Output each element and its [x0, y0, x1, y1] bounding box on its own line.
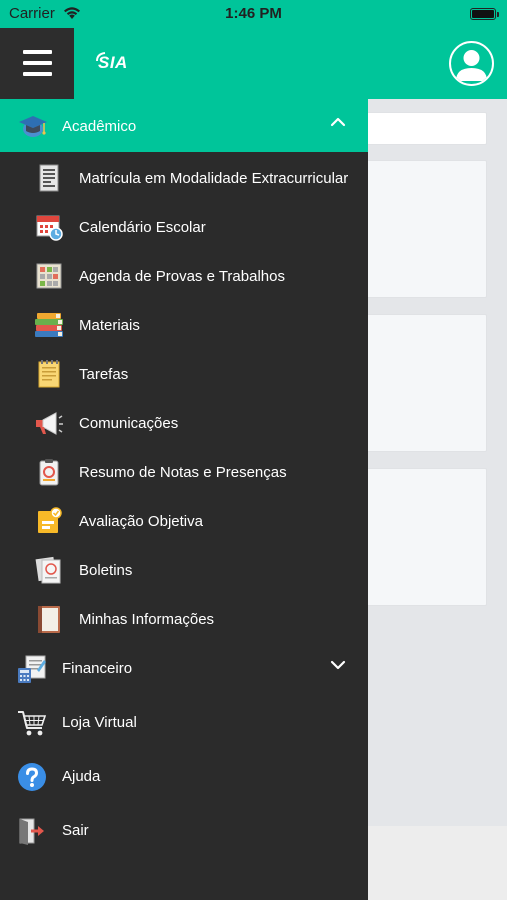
document-icon — [39, 164, 59, 192]
notepad-icon — [38, 360, 60, 388]
chevron-down-icon — [330, 660, 346, 670]
menu-item-label: Tarefas — [79, 366, 129, 383]
menu-item-minhas-informacoes[interactable]: Minhas Informações — [0, 595, 368, 644]
chevron-up-icon — [330, 117, 346, 127]
evaluation-icon — [38, 507, 62, 533]
schedule-icon — [36, 263, 62, 289]
menu-item-label: Calendário Escolar — [79, 219, 206, 236]
report-card-icon — [35, 556, 61, 584]
menu-item-materiais[interactable]: Materiais — [0, 301, 368, 350]
logo-swoosh-icon — [96, 52, 106, 62]
status-time: 1:46 PM — [225, 5, 282, 22]
menu-item-ajuda[interactable]: Ajuda — [0, 750, 368, 804]
books-icon — [35, 313, 63, 337]
app-header: SIA — [0, 28, 507, 99]
megaphone-icon — [36, 412, 63, 435]
menu-item-loja-virtual[interactable]: Loja Virtual — [0, 696, 368, 750]
menu-item-label: Loja Virtual — [62, 714, 137, 731]
menu-item-label: Comunicações — [79, 415, 179, 432]
menu-item-agenda[interactable]: Agenda de Provas e Trabalhos — [0, 252, 368, 301]
cart-icon — [18, 711, 47, 736]
menu-item-label: Ajuda — [62, 768, 101, 785]
menu-item-comunicacoes[interactable]: Comunicações — [0, 399, 368, 448]
menu-item-label: Sair — [62, 822, 89, 839]
user-avatar-button[interactable] — [449, 41, 494, 86]
menu-item-avaliacao-objetiva[interactable]: Avaliação Objetiva — [0, 497, 368, 546]
section-academico[interactable]: Acadêmico — [0, 99, 368, 152]
menu-item-label: Financeiro — [62, 660, 133, 677]
app-logo: SIA — [96, 52, 128, 73]
menu-item-label: Avaliação Objetiva — [79, 513, 203, 530]
menu-item-matricula[interactable]: Matrícula em Modalidade Extracurricular — [0, 154, 368, 203]
finance-icon — [18, 655, 46, 683]
menu-item-boletins[interactable]: Boletins — [0, 546, 368, 595]
clipboard-icon — [39, 459, 59, 486]
battery-icon — [470, 8, 499, 20]
notebook-icon — [38, 606, 60, 633]
menu-item-financeiro[interactable]: Financeiro — [0, 642, 368, 696]
calendar-icon — [36, 215, 63, 241]
menu-item-label: Agenda de Provas e Trabalhos — [79, 268, 285, 285]
logout-icon — [19, 818, 44, 845]
menu-item-resumo-notas[interactable]: Resumo de Notas e Presenças — [0, 448, 368, 497]
help-icon — [18, 763, 46, 791]
menu-item-label: Boletins — [79, 562, 133, 579]
hamburger-menu-button[interactable] — [0, 28, 74, 99]
status-bar: Carrier 1:46 PM — [0, 0, 507, 28]
navigation-drawer: Acadêmico Matrícula em Modalidade Extrac… — [0, 99, 368, 900]
menu-item-tarefas[interactable]: Tarefas — [0, 350, 368, 399]
menu-item-label: Materiais — [79, 317, 140, 334]
menu-item-label: Resumo de Notas e Presenças — [79, 464, 287, 481]
user-silhouette-icon — [456, 50, 487, 81]
menu-item-label: Matrícula em Modalidade Extracurricular — [79, 170, 349, 187]
menu-item-calendario[interactable]: Calendário Escolar — [0, 203, 368, 252]
graduation-cap-icon — [19, 116, 47, 137]
menu-item-sair[interactable]: Sair — [0, 804, 368, 858]
section-academico-label: Acadêmico — [62, 118, 137, 135]
menu-item-label: Minhas Informações — [79, 611, 215, 628]
